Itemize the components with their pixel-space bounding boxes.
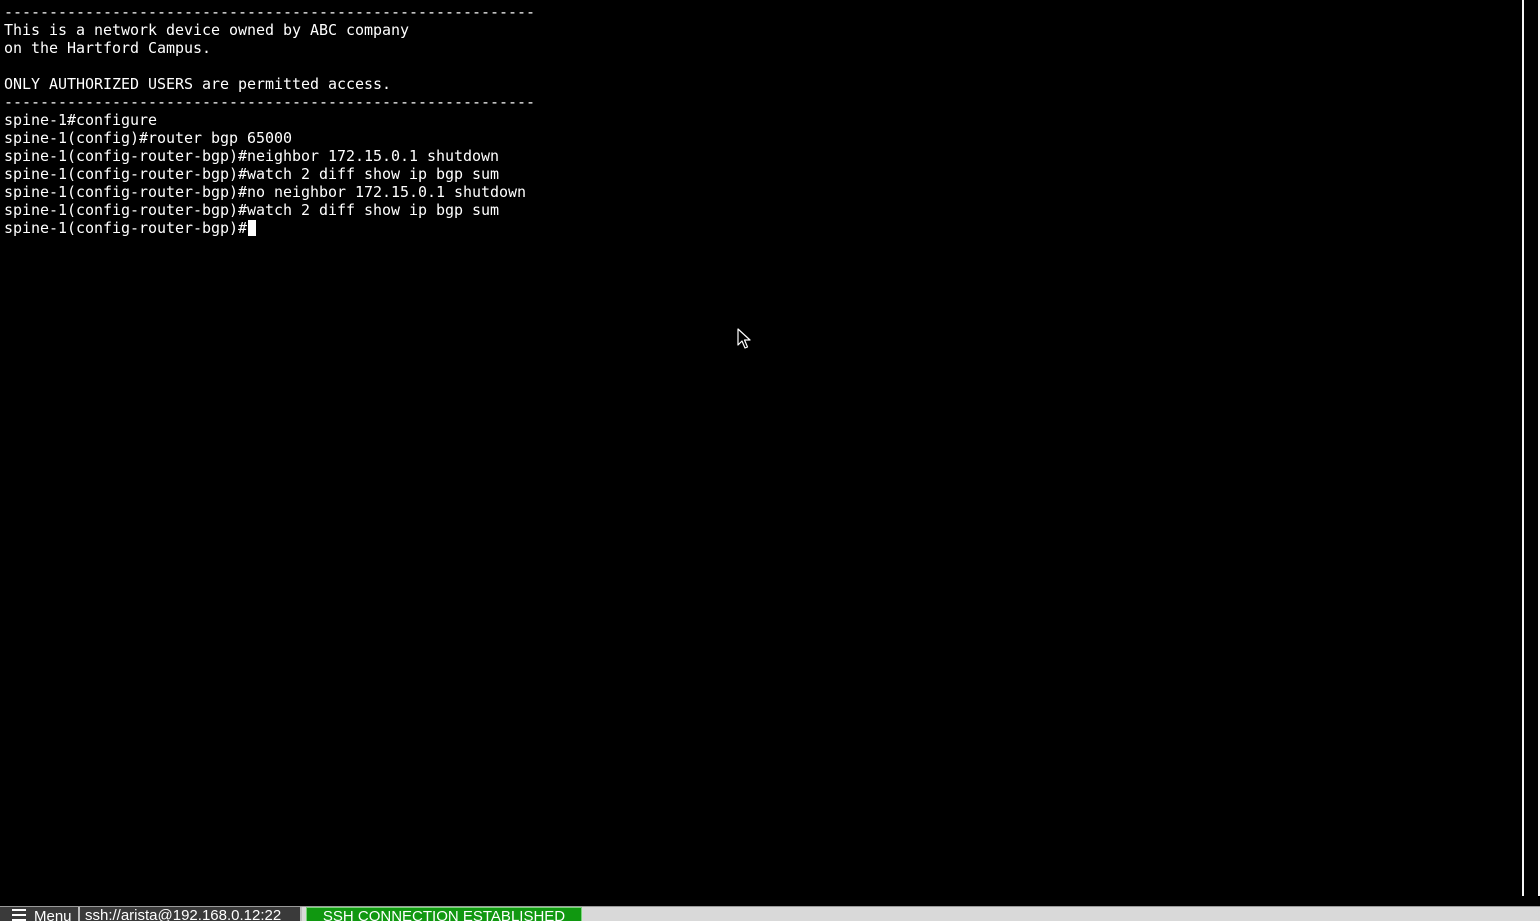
terminal-line: spine-1(config-router-bgp)#watch 2 diff …	[4, 165, 500, 183]
terminal-prompt-line[interactable]: spine-1(config-router-bgp)#	[4, 219, 535, 237]
terminal-line: ----------------------------------------…	[4, 93, 536, 111]
menu-button[interactable]: Menu	[0, 907, 80, 921]
terminal-output: ----------------------------------------…	[4, 3, 535, 237]
terminal-line: This is a network device owned by ABC co…	[4, 21, 410, 39]
terminal-window[interactable]: ----------------------------------------…	[0, 0, 1522, 896]
mouse-pointer-icon	[737, 328, 751, 349]
terminal-line: ----------------------------------------…	[4, 3, 536, 21]
hamburger-menu-icon	[12, 909, 26, 921]
menu-label: Menu	[34, 908, 72, 921]
connection-url: ssh://arista@192.168.0.12:22	[80, 907, 302, 921]
terminal-line: on the Hartford Campus.	[4, 39, 212, 57]
terminal-scrollbar[interactable]	[1522, 0, 1540, 896]
terminal-line: ONLY AUTHORIZED USERS are permitted acce…	[4, 75, 392, 93]
terminal-line: spine-1(config)#router bgp 65000	[4, 129, 293, 147]
status-bar: Menu ssh://arista@192.168.0.12:22 SSH CO…	[0, 906, 1540, 921]
scrollbar-thumb[interactable]	[1524, 0, 1538, 896]
terminal-line: spine-1(config-router-bgp)#neighbor 172.…	[4, 147, 500, 165]
terminal-line: spine-1(config-router-bgp)#watch 2 diff …	[4, 201, 500, 219]
terminal-line: spine-1#configure	[4, 111, 158, 129]
text-cursor	[248, 220, 257, 236]
terminal-line: spine-1(config-router-bgp)#no neighbor 1…	[4, 183, 527, 201]
connection-status-badge: SSH CONNECTION ESTABLISHED	[306, 907, 582, 921]
terminal-prompt: spine-1(config-router-bgp)#	[4, 219, 248, 237]
